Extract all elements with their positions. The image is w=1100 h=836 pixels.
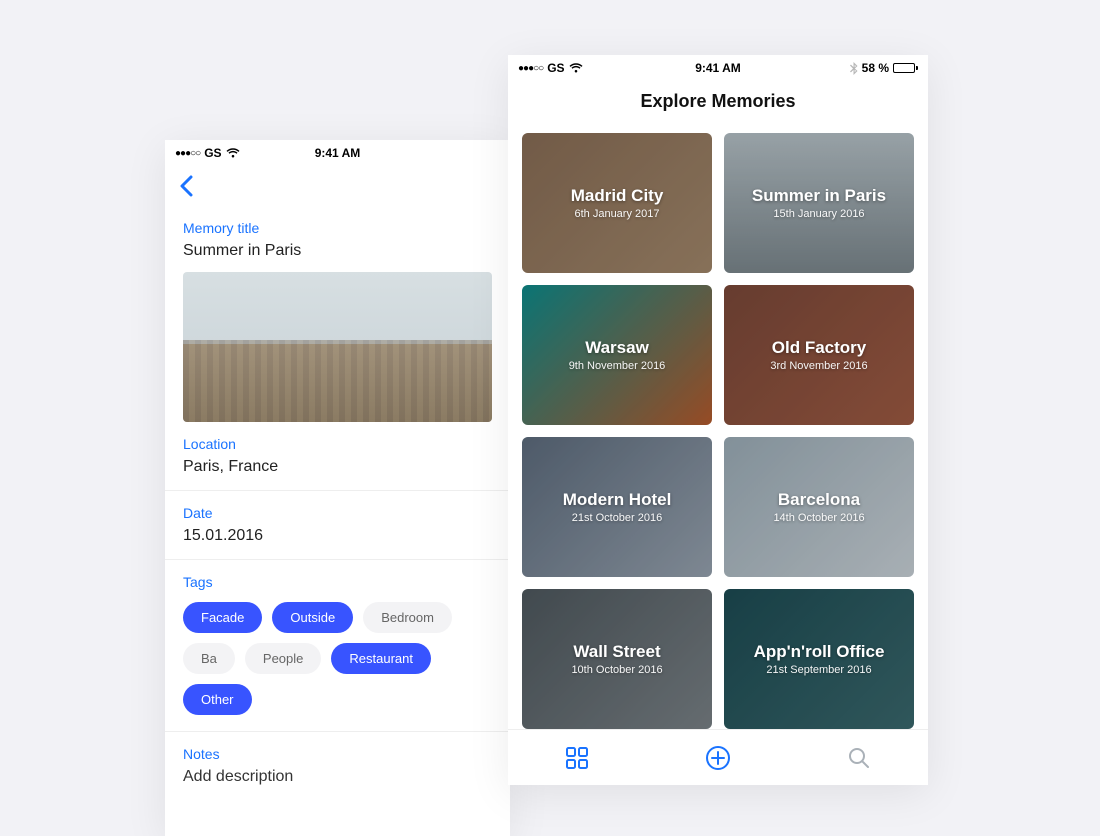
memory-card-date: 21st October 2016 xyxy=(572,512,663,524)
memory-card-date: 9th November 2016 xyxy=(569,360,666,372)
page-title: Explore Memories xyxy=(640,91,795,112)
notes-label: Notes xyxy=(183,746,492,762)
clock-label: 9:41 AM xyxy=(695,61,741,75)
memory-title-label: Memory title xyxy=(183,220,492,236)
search-tab-button[interactable] xyxy=(848,747,870,769)
memory-card-date: 3rd November 2016 xyxy=(770,360,867,372)
back-button[interactable] xyxy=(179,175,193,197)
wifi-icon xyxy=(569,63,583,73)
phone-explore-memories: ●●●○○ GS 9:41 AM 58 % Explore Memories M… xyxy=(508,55,928,785)
memory-card-title: Modern Hotel xyxy=(563,490,672,510)
memory-card[interactable]: Summer in Paris 15th January 2016 xyxy=(724,133,914,273)
signal-dots-icon: ●●●○○ xyxy=(175,148,200,159)
tag-chip[interactable]: Ba xyxy=(183,643,235,674)
memory-card-title: Summer in Paris xyxy=(752,186,886,206)
memory-card[interactable]: Wall Street 10th October 2016 xyxy=(522,589,712,729)
memory-card[interactable]: Warsaw 9th November 2016 xyxy=(522,285,712,425)
carrier-label: GS xyxy=(547,61,564,75)
clock-label: 9:41 AM xyxy=(315,146,361,160)
nav-bar: Explore Memories xyxy=(508,81,928,121)
notes-input[interactable]: Add description xyxy=(183,768,492,786)
memory-card[interactable]: Barcelona 14th October 2016 xyxy=(724,437,914,577)
memory-card[interactable]: App'n'roll Office 21st September 2016 xyxy=(724,589,914,729)
status-bar: ●●●○○ GS 9:41 AM 58 % xyxy=(508,55,928,81)
status-bar: ●●●○○ GS 9:41 AM xyxy=(165,140,510,166)
battery-icon xyxy=(893,63,918,73)
tags-container: Facade Outside Bedroom Ba People Restaurant Ot… xyxy=(183,602,492,715)
wifi-icon xyxy=(226,148,240,158)
memory-card-title: App'n'roll Office xyxy=(754,642,885,662)
tag-chip[interactable]: Restaurant xyxy=(331,643,431,674)
memory-card-date: 10th October 2016 xyxy=(571,664,662,676)
battery-pct-label: 58 % xyxy=(862,61,889,75)
location-input[interactable]: Paris, France xyxy=(183,458,492,476)
memories-grid: Madrid City 6th January 2017 Summer in Par… xyxy=(508,121,928,729)
memory-card-title: Warsaw xyxy=(585,338,649,358)
tag-chip[interactable]: Bedroom xyxy=(363,602,452,633)
signal-dots-icon: ●●●○○ xyxy=(518,63,543,74)
tag-chip[interactable]: Facade xyxy=(183,602,262,633)
memory-card[interactable]: Madrid City 6th January 2017 xyxy=(522,133,712,273)
memory-card[interactable]: Modern Hotel 21st October 2016 xyxy=(522,437,712,577)
memory-card-title: Old Factory xyxy=(772,338,866,358)
bluetooth-icon xyxy=(850,62,858,75)
memory-card-title: Madrid City xyxy=(571,186,664,206)
memory-card-title: Wall Street xyxy=(573,642,660,662)
memory-card-date: 14th October 2016 xyxy=(773,512,864,524)
grid-tab-button[interactable] xyxy=(566,747,588,769)
memory-card-date: 15th January 2016 xyxy=(773,208,864,220)
tags-label: Tags xyxy=(183,574,492,590)
memory-card-title: Barcelona xyxy=(778,490,860,510)
tag-chip[interactable]: Other xyxy=(183,684,252,715)
memory-card[interactable]: Old Factory 3rd November 2016 xyxy=(724,285,914,425)
date-label: Date xyxy=(183,505,492,521)
tab-bar xyxy=(508,729,928,785)
tag-chip[interactable]: Outside xyxy=(272,602,353,633)
carrier-label: GS xyxy=(204,146,221,160)
nav-bar xyxy=(165,166,510,206)
add-button[interactable] xyxy=(705,745,731,771)
phone-edit-memory: ●●●○○ GS 9:41 AM Memory title Summer in … xyxy=(165,140,510,836)
date-input[interactable]: 15.01.2016 xyxy=(183,527,492,545)
tag-chip[interactable]: People xyxy=(245,643,321,674)
location-label: Location xyxy=(183,436,492,452)
memory-title-input[interactable]: Summer in Paris xyxy=(183,242,492,260)
memory-card-date: 21st September 2016 xyxy=(766,664,871,676)
memory-card-date: 6th January 2017 xyxy=(574,208,659,220)
memory-photo[interactable] xyxy=(183,272,492,422)
